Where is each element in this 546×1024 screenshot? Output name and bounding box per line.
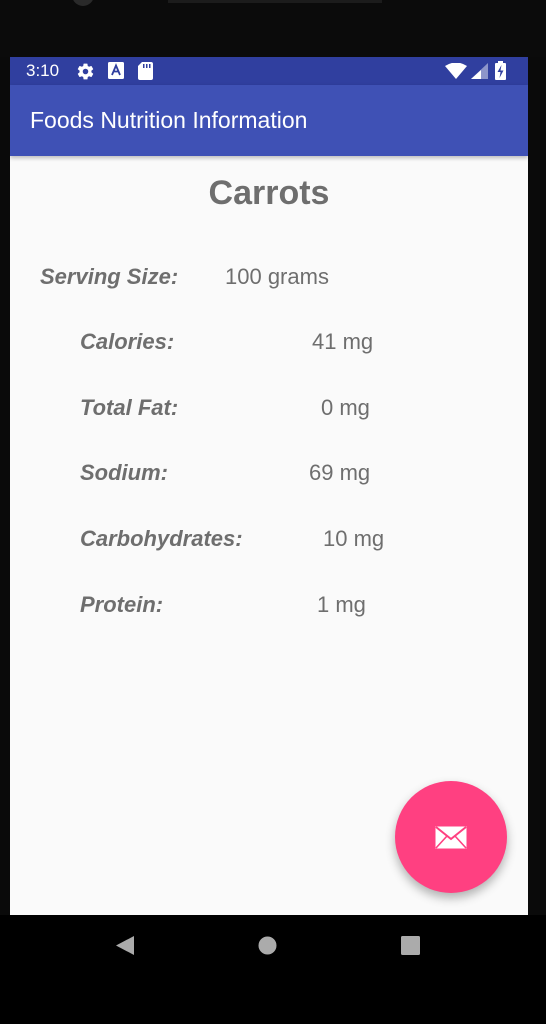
nutrient-row-total-fat: Total Fat: 0 mg <box>10 395 528 435</box>
app-title: Foods Nutrition Information <box>30 107 308 133</box>
nutrient-label: Calories: <box>80 329 175 354</box>
serving-size-label: Serving Size: <box>40 264 179 289</box>
nutrient-value: 41 mg <box>312 329 374 354</box>
wifi-icon <box>445 63 467 79</box>
home-icon[interactable] <box>258 936 277 955</box>
nutrient-label: Carbohydrates: <box>80 526 243 551</box>
nutrient-value: 10 mg <box>323 526 385 551</box>
navigation-bar <box>0 915 546 1024</box>
front-camera <box>72 0 94 6</box>
nutrient-value: 1 mg <box>317 592 366 617</box>
nutrient-label: Total Fat: <box>80 395 179 420</box>
app-bar: Foods Nutrition Information <box>10 85 528 156</box>
settings-icon <box>77 63 94 80</box>
device-bezel-top <box>0 0 546 57</box>
screen: 3:10 Foods Nutrition Information Carrots… <box>10 57 528 915</box>
sd-card-icon <box>138 62 153 80</box>
earpiece-speaker <box>168 0 382 3</box>
nutrient-row-sodium: Sodium: 69 mg <box>10 460 528 500</box>
nutrient-label: Sodium: <box>80 460 168 485</box>
recents-icon[interactable] <box>401 936 420 955</box>
signal-icon <box>471 63 488 79</box>
battery-charging-icon <box>495 61 506 80</box>
device-frame: 3:10 Foods Nutrition Information Carrots… <box>0 0 546 1024</box>
nutrition-content: Carrots Serving Size: 100 grams Calories… <box>10 156 528 915</box>
nutrient-value: 0 mg <box>321 395 370 420</box>
serving-size-value: 100 grams <box>225 264 329 289</box>
status-bar: 3:10 <box>10 57 528 85</box>
status-time: 3:10 <box>26 61 60 80</box>
text-icon <box>108 62 124 79</box>
email-icon <box>435 826 467 849</box>
back-icon[interactable] <box>115 935 135 956</box>
food-name: Carrots <box>208 174 330 212</box>
nutrient-row-calories: Calories: 41 mg <box>10 329 528 369</box>
nutrient-row-protein: Protein: 1 mg <box>10 592 528 632</box>
email-fab-button[interactable] <box>395 781 507 893</box>
nutrient-label: Protein: <box>80 592 164 617</box>
nutrient-value: 69 mg <box>309 460 371 485</box>
nutrient-row-carbohydrates: Carbohydrates: 10 mg <box>10 526 528 566</box>
